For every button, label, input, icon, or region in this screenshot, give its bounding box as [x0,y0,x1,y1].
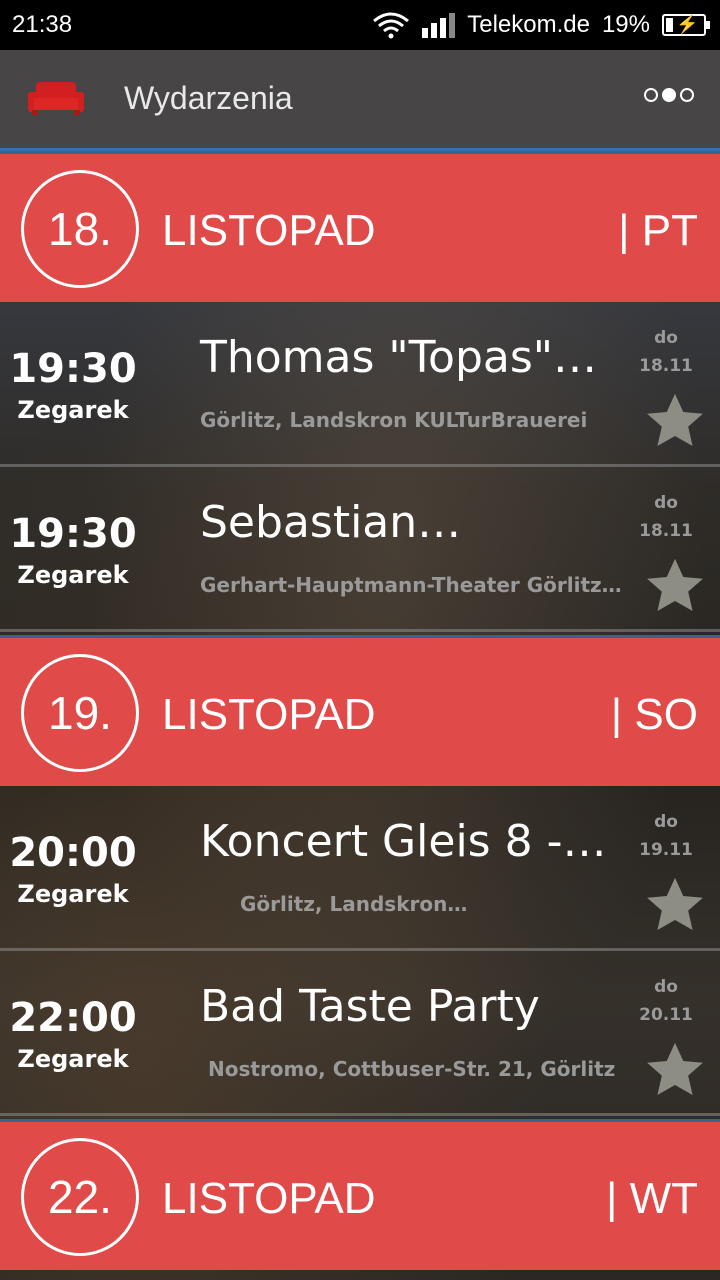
weekday-label: | SO [610,690,698,739]
carrier-name: Telekom.de [467,11,590,38]
until-label: do [654,812,678,832]
status-bar: 21:38 Telekom.de 19% ⚡ [0,0,720,50]
day-number: 19. [21,654,139,772]
event-location: Görlitz, Landskron KULTurBrauerei [200,408,588,432]
signal-icon [422,12,456,38]
event-time: 22:00 [9,995,137,1041]
event-time: 20:00 [9,830,137,876]
date-header: 19. LISTOPAD | SO [0,635,720,786]
sofa-icon[interactable] [28,80,84,116]
event-title: Thomas "Topas"… [200,332,598,383]
star-icon[interactable] [644,874,706,936]
weekday-label: | PT [618,206,698,255]
until-date: 18.11 [639,521,693,541]
date-header: 18. LISTOPAD | PT [0,151,720,302]
event-location: Nostromo, Cottbuser-Str. 21, Görlitz [208,1057,616,1081]
event-item[interactable]: 20:00 Zegarek Koncert Gleis 8 -… Görlitz… [0,786,720,951]
event-item[interactable]: 22:00 Zegarek Bad Taste Party Nostromo, … [0,951,720,1116]
event-item[interactable]: 19:30 Zegarek Sebastian… Gerhart-Hauptma… [0,467,720,632]
event-location: Gerhart-Hauptmann-Theater Görlitz… [200,573,622,597]
event-until: do 18.11 [634,324,698,380]
event-title: Sebastian… [200,497,462,548]
until-label: do [654,493,678,513]
app-title: Wydarzenia [124,80,293,116]
overflow-dots-icon[interactable] [644,88,694,102]
event-item[interactable]: 19:30 Zegarek Thomas "Topas"… Görlitz, L… [0,302,720,467]
until-date: 19.11 [639,840,693,860]
date-header: 22. LISTOPAD | WT [0,1119,720,1270]
event-title: Bad Taste Party [200,981,540,1032]
event-time-label: Zegarek [17,561,129,589]
until-label: do [654,328,678,348]
wifi-icon [373,12,410,39]
until-date: 20.11 [639,1005,693,1025]
status-time: 21:38 [12,11,73,38]
event-time-label: Zegarek [17,1045,129,1073]
status-right: Telekom.de 19% ⚡ [372,11,710,39]
star-icon[interactable] [644,1039,706,1101]
month-label: LISTOPAD [162,690,376,739]
events-list[interactable]: 18. LISTOPAD | PT 19:30 Zegarek Thomas "… [0,151,720,1280]
star-icon[interactable] [644,555,706,617]
event-time: 19:30 [9,511,137,557]
day-number: 18. [21,170,139,288]
event-until: do 19.11 [634,808,698,864]
event-time-label: Zegarek [17,396,129,424]
month-label: LISTOPAD [162,1174,376,1223]
day-number: 22. [21,1138,139,1256]
event-until: do 20.11 [634,973,698,1029]
event-until: do 18.11 [634,489,698,545]
event-title: Koncert Gleis 8 -… [200,816,607,867]
weekday-label: | WT [605,1174,698,1223]
event-time-label: Zegarek [17,880,129,908]
event-location: Görlitz, Landskron… [240,892,468,916]
app-bar: Wydarzenia [0,50,720,151]
star-icon[interactable] [644,390,706,452]
until-label: do [654,977,678,997]
battery-charging-icon: ⚡ [662,14,710,36]
until-date: 18.11 [639,356,693,376]
event-time: 19:30 [9,346,137,392]
month-label: LISTOPAD [162,206,376,255]
battery-percent: 19% [601,11,650,38]
